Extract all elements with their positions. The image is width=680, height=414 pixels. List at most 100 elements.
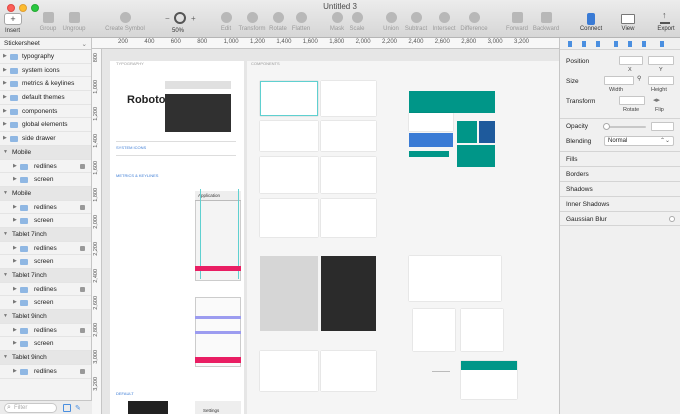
opacity-slider-knob[interactable]	[603, 123, 610, 130]
lock-icon[interactable]	[80, 327, 85, 333]
create-symbol-button[interactable]: Create Symbol	[103, 12, 147, 36]
difference-button[interactable]: Difference	[458, 12, 490, 36]
lock-icon[interactable]	[80, 204, 85, 210]
edit-layers-icon[interactable]: ✎	[75, 404, 81, 412]
child-layer[interactable]: ▶ redlines	[0, 283, 91, 297]
disclosure-closed-icon[interactable]: ▶	[13, 337, 17, 350]
horizontal-ruler[interactable]: 200 400 600 800 1,000 1,200 1,400 1,600 1,800 2,0…	[92, 38, 559, 49]
transform-button[interactable]: Transform	[237, 12, 267, 36]
align-right-icon[interactable]	[596, 41, 600, 47]
mask-button[interactable]: Mask	[327, 12, 347, 36]
ungroup-button[interactable]: Ungroup	[60, 12, 88, 36]
disclosure-open-icon[interactable]: ▼	[3, 310, 8, 323]
group-layer[interactable]: ▶ side drawer	[0, 132, 91, 146]
lock-icon[interactable]	[80, 163, 85, 169]
distribute-horizontal-icon[interactable]	[660, 41, 664, 47]
disclosure-closed-icon[interactable]: ▶	[3, 50, 7, 63]
align-top-icon[interactable]	[614, 41, 618, 47]
toggle-icon[interactable]	[669, 216, 675, 222]
y-field[interactable]	[648, 56, 674, 65]
child-layer[interactable]: ▶ screen	[0, 214, 91, 228]
child-layer[interactable]: ▶ screen	[0, 173, 91, 187]
child-layer[interactable]: ▶ redlines	[0, 324, 91, 338]
disclosure-open-icon[interactable]: ▼	[3, 351, 8, 364]
insert-button[interactable]: +	[4, 13, 22, 25]
disclosure-closed-icon[interactable]: ▶	[3, 64, 7, 77]
disclosure-closed-icon[interactable]: ▶	[13, 214, 17, 227]
disclosure-closed-icon[interactable]: ▶	[13, 173, 17, 186]
lock-icon[interactable]	[80, 245, 85, 251]
opacity-field[interactable]	[651, 122, 674, 131]
disclosure-closed-icon[interactable]: ▶	[13, 324, 17, 337]
disclosure-open-icon[interactable]: ▼	[3, 146, 8, 159]
artboard-layer[interactable]: ▼ Tablet 9inch	[0, 351, 91, 365]
connect-button[interactable]: Connect	[576, 12, 606, 36]
layer-filter-input[interactable]: Filter	[4, 403, 57, 413]
disclosure-open-icon[interactable]: ▼	[3, 187, 8, 200]
group-button[interactable]: Group	[37, 12, 59, 36]
zoom-in-button[interactable]: +	[191, 14, 196, 23]
typography-artboard[interactable]: TYPOGRAPHY Roboto SYSTEM ICONS METRICS &…	[110, 61, 244, 414]
intersect-button[interactable]: Intersect	[430, 12, 458, 36]
group-layer[interactable]: ▶ default themes	[0, 91, 91, 105]
width-field[interactable]	[604, 76, 634, 85]
vertical-ruler[interactable]: 800 1,000 1,200 1,400 1,600 1,800 2,000 2,200 2,…	[92, 49, 102, 414]
union-button[interactable]: Union	[380, 12, 402, 36]
disclosure-open-icon[interactable]: ▼	[3, 228, 8, 241]
artboard-layer[interactable]: ▼ Tablet 9inch	[0, 310, 91, 324]
disclosure-open-icon[interactable]: ▼	[3, 269, 8, 282]
disclosure-closed-icon[interactable]: ▶	[13, 296, 17, 309]
components-artboard[interactable]: COMPONENTS	[247, 61, 559, 414]
align-middle-icon[interactable]	[628, 41, 632, 47]
child-layer[interactable]: ▶ screen	[0, 337, 91, 352]
disclosure-closed-icon[interactable]: ▶	[13, 160, 17, 173]
disclosure-closed-icon[interactable]: ▶	[13, 255, 17, 268]
align-center-icon[interactable]	[582, 41, 586, 47]
group-layer[interactable]: ▶ typography	[0, 50, 91, 64]
borders-section[interactable]: Borders	[560, 166, 680, 181]
height-field[interactable]	[648, 76, 674, 85]
disclosure-closed-icon[interactable]: ▶	[3, 132, 7, 145]
subtract-button[interactable]: Subtract	[402, 12, 430, 36]
scale-button[interactable]: Scale	[347, 12, 367, 36]
fills-section[interactable]: Fills	[560, 151, 680, 166]
lock-ratio-icon[interactable]: ⚲	[637, 75, 641, 82]
group-layer[interactable]: ▶ components	[0, 105, 91, 119]
flatten-button[interactable]: Flatten	[289, 12, 313, 36]
blending-select[interactable]: Normal ⌃⌄	[604, 136, 674, 146]
view-button[interactable]: View	[618, 12, 638, 36]
disclosure-closed-icon[interactable]: ▶	[13, 242, 17, 255]
flip-icon[interactable]: ◂▸	[653, 96, 660, 104]
child-layer[interactable]: ▶ screen	[0, 255, 91, 269]
edit-button[interactable]: Edit	[216, 12, 236, 36]
child-layer[interactable]: ▶ redlines	[0, 242, 91, 256]
inner-shadows-section[interactable]: Inner Shadows	[560, 196, 680, 211]
opacity-slider[interactable]	[604, 126, 646, 128]
artboard-layer[interactable]: ▼ Mobile	[0, 145, 91, 160]
disclosure-closed-icon[interactable]: ▶	[13, 365, 17, 378]
export-button[interactable]: Export	[654, 12, 678, 36]
x-field[interactable]	[619, 56, 643, 65]
child-layer[interactable]: ▶ redlines	[0, 201, 91, 215]
artboard-layer[interactable]: ▼ Mobile	[0, 186, 91, 201]
group-layer[interactable]: ▶ metrics & keylines	[0, 77, 91, 92]
zoom-out-button[interactable]: −	[165, 14, 170, 23]
disclosure-closed-icon[interactable]: ▶	[13, 283, 17, 296]
child-layer[interactable]: ▶ redlines	[0, 160, 91, 174]
forward-button[interactable]: Forward	[505, 12, 529, 36]
disclosure-closed-icon[interactable]: ▶	[13, 201, 17, 214]
disclosure-closed-icon[interactable]: ▶	[3, 91, 7, 104]
disclosure-closed-icon[interactable]: ▶	[3, 77, 7, 90]
lock-icon[interactable]	[80, 286, 85, 292]
group-layer[interactable]: ▶ global elements	[0, 118, 91, 133]
canvas[interactable]: TYPOGRAPHY Roboto SYSTEM ICONS METRICS &…	[102, 49, 559, 414]
disclosure-closed-icon[interactable]: ▶	[3, 118, 7, 131]
align-bottom-icon[interactable]	[642, 41, 646, 47]
rotate-field[interactable]	[619, 96, 645, 105]
backward-button[interactable]: Backward	[531, 12, 561, 36]
child-layer[interactable]: ▶ screen	[0, 296, 91, 311]
align-left-icon[interactable]	[568, 41, 572, 47]
artboard-layer[interactable]: ▼ Tablet 7inch	[0, 227, 91, 242]
export-layers-icon[interactable]	[63, 404, 71, 412]
shadows-section[interactable]: Shadows	[560, 181, 680, 196]
